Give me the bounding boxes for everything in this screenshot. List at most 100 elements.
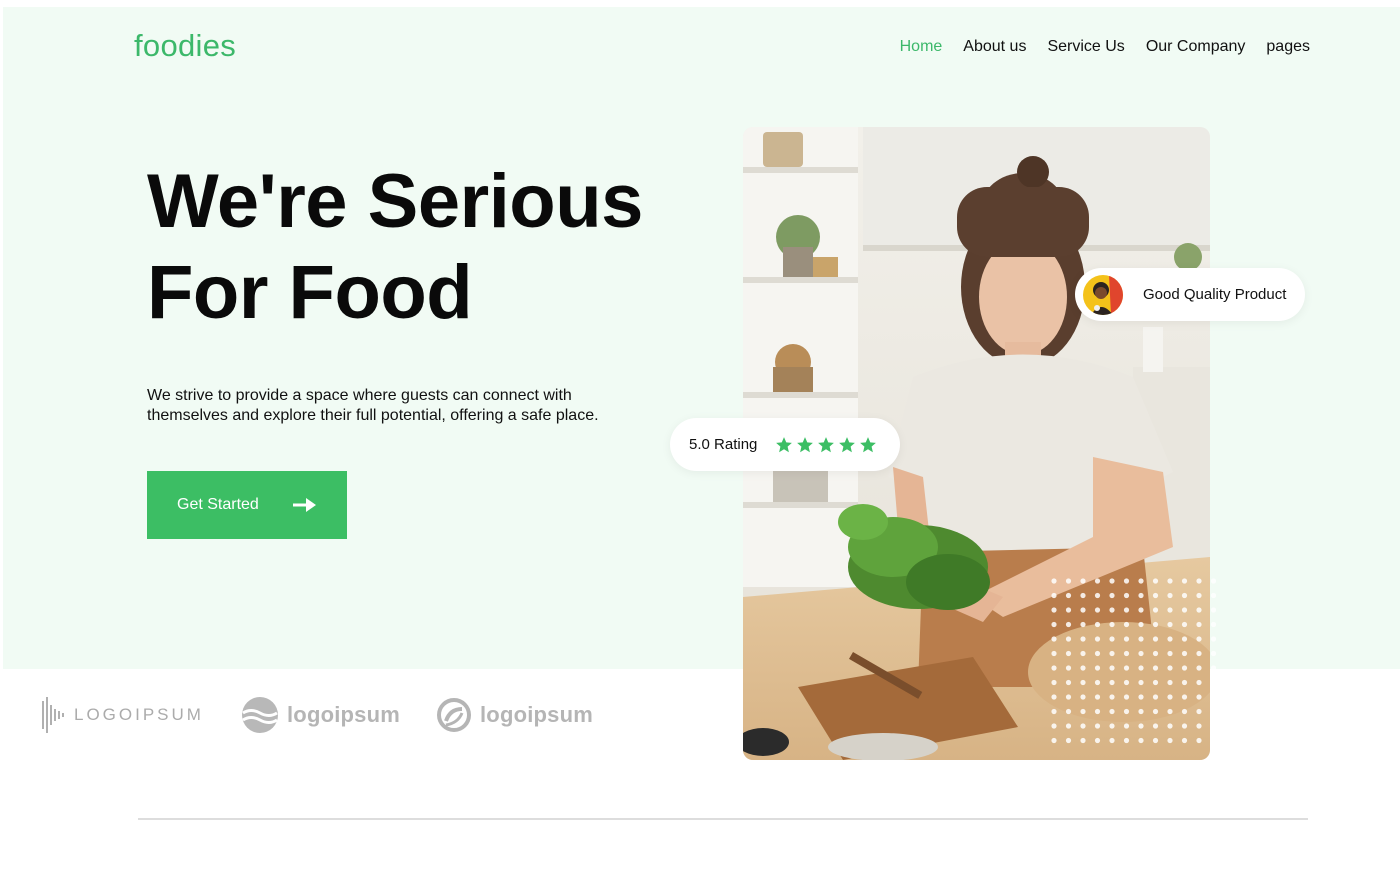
pattern-dot bbox=[1065, 665, 1072, 671]
pattern-dot bbox=[1109, 650, 1115, 657]
pattern-dot bbox=[1123, 723, 1130, 729]
pattern-dot bbox=[1181, 636, 1188, 642]
quality-badge: Good Quality Product bbox=[1075, 268, 1305, 321]
pattern-dot bbox=[1065, 578, 1072, 584]
pattern-dot bbox=[1196, 607, 1202, 613]
pattern-dot bbox=[1196, 636, 1202, 642]
description-line-1: We strive to provide a space where guest… bbox=[147, 387, 572, 404]
chef-avatar bbox=[1083, 274, 1123, 315]
star-icon bbox=[797, 436, 814, 452]
pattern-dot bbox=[1181, 621, 1188, 628]
pattern-dot bbox=[1167, 621, 1173, 628]
pattern-dot bbox=[1094, 723, 1101, 729]
brand-logo[interactable]: foodies bbox=[134, 28, 236, 64]
pattern-dot bbox=[1094, 592, 1101, 599]
rating-label: 5.0 Rating bbox=[689, 436, 758, 453]
pattern-dot bbox=[1051, 679, 1057, 686]
pattern-dot bbox=[1123, 694, 1130, 700]
pattern-dot bbox=[1109, 694, 1115, 700]
pattern-dot bbox=[1138, 578, 1144, 584]
pattern-dot bbox=[1152, 694, 1159, 700]
pattern-dot bbox=[1094, 578, 1101, 584]
pattern-dot bbox=[1123, 636, 1130, 642]
pattern-dot bbox=[1065, 737, 1072, 744]
pattern-dot bbox=[1080, 607, 1086, 613]
pattern-dot bbox=[1123, 650, 1130, 657]
nav-about-us[interactable]: About us bbox=[963, 38, 1026, 56]
pattern-dot bbox=[1065, 708, 1072, 715]
get-started-label: Get Started bbox=[177, 496, 259, 513]
pattern-dot bbox=[1196, 723, 1202, 729]
star-icon bbox=[818, 436, 835, 452]
pattern-dot bbox=[1152, 592, 1159, 599]
get-started-button[interactable]: Get Started bbox=[147, 471, 347, 539]
pattern-dot bbox=[1181, 592, 1188, 599]
pattern-dot bbox=[1138, 607, 1144, 613]
pattern-dot bbox=[1181, 737, 1188, 744]
pattern-dot bbox=[1167, 636, 1173, 642]
pattern-dot bbox=[1109, 578, 1115, 584]
pattern-dot bbox=[1181, 708, 1188, 715]
pattern-dot bbox=[1051, 650, 1057, 657]
pattern-dot bbox=[1210, 679, 1217, 686]
pattern-dot bbox=[1138, 621, 1144, 628]
pattern-dot bbox=[1109, 737, 1115, 744]
pattern-dot bbox=[1210, 621, 1217, 628]
pattern-dot bbox=[1210, 578, 1217, 584]
partner-logo-1: LOGOIPSUM bbox=[42, 695, 204, 735]
pattern-dot bbox=[1181, 578, 1188, 584]
pattern-dot bbox=[1065, 694, 1072, 700]
pattern-dot bbox=[1080, 679, 1086, 686]
pattern-dot bbox=[1152, 607, 1159, 613]
pattern-dot bbox=[1138, 636, 1144, 642]
pattern-dot bbox=[1051, 723, 1057, 729]
nav-our-company[interactable]: Our Company bbox=[1146, 38, 1246, 56]
pattern-dot bbox=[1051, 607, 1057, 613]
pattern-dot bbox=[1138, 694, 1144, 700]
pattern-dot bbox=[1123, 679, 1130, 686]
pattern-dot bbox=[1196, 708, 1202, 715]
nav-pages[interactable]: pages bbox=[1266, 38, 1310, 56]
pattern-dot bbox=[1152, 723, 1159, 729]
pattern-dot bbox=[1094, 607, 1101, 613]
pattern-dot bbox=[1051, 636, 1057, 642]
partner-logo-3: logoipsum bbox=[436, 695, 593, 735]
pattern-dot bbox=[1196, 592, 1202, 599]
pattern-dot bbox=[1181, 679, 1188, 686]
nav-service-us[interactable]: Service Us bbox=[1047, 38, 1124, 56]
pattern-dot bbox=[1167, 694, 1173, 700]
partner-name-1: LOGOIPSUM bbox=[74, 705, 204, 724]
pattern-dot bbox=[1210, 708, 1217, 715]
pattern-dot bbox=[1181, 665, 1188, 671]
pattern-dot bbox=[1138, 737, 1144, 744]
pattern-dot bbox=[1167, 679, 1173, 686]
pattern-dot bbox=[1167, 708, 1173, 715]
pattern-dot bbox=[1065, 650, 1072, 657]
description-line-2: themselves and explore their full potent… bbox=[147, 407, 599, 424]
pattern-dot bbox=[1152, 679, 1159, 686]
soundwave-logo-icon bbox=[42, 697, 64, 733]
rating-stars bbox=[775, 436, 877, 454]
pattern-dot bbox=[1196, 621, 1202, 628]
pattern-dot bbox=[1109, 665, 1115, 671]
pattern-dot bbox=[1109, 723, 1115, 729]
section-divider bbox=[138, 818, 1308, 820]
pattern-dot bbox=[1196, 694, 1202, 700]
dot-pattern bbox=[1051, 578, 1217, 744]
waves-logo-icon bbox=[242, 697, 278, 733]
pattern-dot bbox=[1109, 592, 1115, 599]
pattern-dot bbox=[1094, 694, 1101, 700]
pattern-dot bbox=[1138, 679, 1144, 686]
star-icon bbox=[776, 436, 793, 452]
pattern-dot bbox=[1181, 694, 1188, 700]
pattern-dot bbox=[1152, 578, 1159, 584]
pattern-dot bbox=[1138, 665, 1144, 671]
nav-home[interactable]: Home bbox=[900, 38, 943, 56]
swirl-logo-icon bbox=[437, 698, 471, 732]
pattern-dot bbox=[1138, 592, 1144, 599]
pattern-dot bbox=[1080, 636, 1086, 642]
pattern-dot bbox=[1138, 708, 1144, 715]
pattern-dot bbox=[1080, 694, 1086, 700]
rating-badge: 5.0 Rating bbox=[670, 418, 900, 471]
pattern-dot bbox=[1167, 592, 1173, 599]
